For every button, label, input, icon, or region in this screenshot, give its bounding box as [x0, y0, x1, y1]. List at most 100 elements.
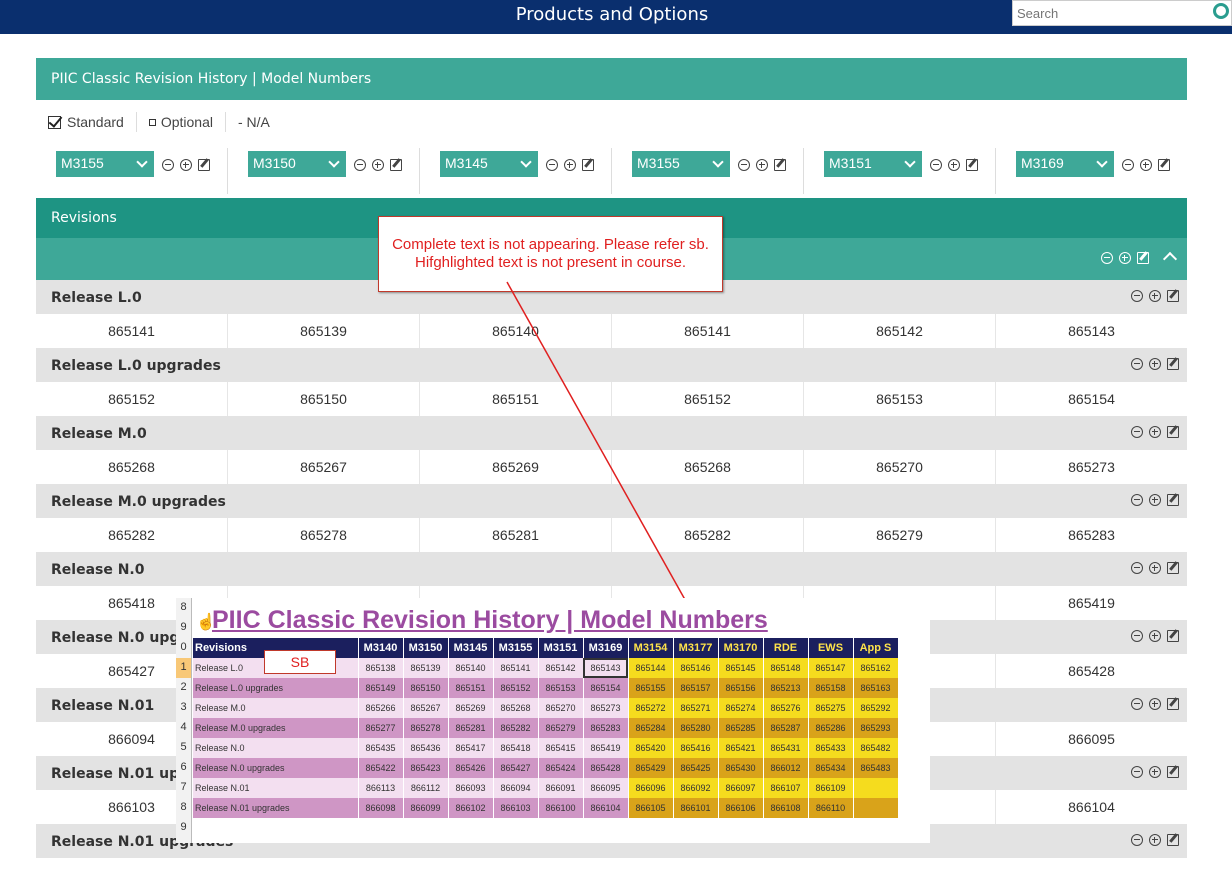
expand-icon[interactable] — [1149, 494, 1161, 506]
model-select[interactable]: M3151 — [824, 151, 922, 177]
spreadsheet-cell: 865283 — [583, 718, 629, 738]
edit-icon[interactable] — [198, 159, 210, 171]
row-number: 2 — [180, 681, 187, 693]
edit-icon[interactable] — [774, 159, 786, 171]
collapse-icon[interactable] — [738, 159, 750, 171]
spreadsheet-cell: 865148 — [763, 658, 809, 678]
search-box[interactable] — [1012, 0, 1232, 26]
expand-icon[interactable] — [1149, 630, 1161, 642]
expand-icon[interactable] — [1149, 766, 1161, 778]
expand-icon[interactable] — [756, 159, 768, 171]
edit-icon[interactable] — [1167, 698, 1179, 710]
expand-icon[interactable] — [1149, 290, 1161, 302]
spreadsheet-cell: 865152 — [493, 678, 539, 698]
edit-icon[interactable] — [1167, 358, 1179, 370]
spreadsheet-header-cell: M3170 — [718, 638, 764, 658]
chevron-down-icon[interactable] — [904, 156, 916, 168]
spreadsheet-cell: 865433 — [808, 738, 854, 758]
collapse-icon[interactable] — [162, 159, 174, 171]
expand-icon[interactable] — [372, 159, 384, 171]
model-select[interactable]: M3150 — [248, 151, 346, 177]
spreadsheet-cell: 866102 — [448, 798, 494, 818]
model-number-cell: 865143 — [1068, 323, 1115, 339]
row-number: 8 — [180, 801, 187, 813]
edit-icon[interactable] — [1167, 766, 1179, 778]
expand-icon[interactable] — [948, 159, 960, 171]
collapse-icon[interactable] — [1131, 562, 1143, 574]
chevron-up-icon[interactable] — [1162, 251, 1178, 267]
collapse-icon[interactable] — [1131, 290, 1143, 302]
expand-icon[interactable] — [1149, 358, 1161, 370]
row-number: 9 — [180, 821, 187, 833]
spreadsheet-cell: 865267 — [403, 698, 449, 718]
spreadsheet-header-cell: M3154 — [628, 638, 674, 658]
collapse-icon[interactable] — [354, 159, 366, 171]
search-icon[interactable] — [1213, 3, 1229, 19]
chevron-down-icon[interactable] — [712, 156, 724, 168]
collapse-icon[interactable] — [1131, 766, 1143, 778]
edit-icon[interactable] — [966, 159, 978, 171]
expand-icon[interactable] — [1140, 159, 1152, 171]
spreadsheet-cell: 865275 — [808, 698, 854, 718]
legend-na-label: - N/A — [237, 114, 270, 130]
row-number: 0 — [180, 641, 187, 653]
edit-icon[interactable] — [1167, 290, 1179, 302]
spreadsheet-title: PIIC Classic Revision History | Model Nu… — [212, 606, 768, 634]
spreadsheet-cell: 866099 — [403, 798, 449, 818]
expand-icon[interactable] — [1149, 834, 1161, 846]
edit-icon[interactable] — [1158, 159, 1170, 171]
release-header[interactable]: Release N.0 — [36, 552, 1187, 586]
spreadsheet-cell: 865157 — [673, 678, 719, 698]
chevron-down-icon[interactable] — [136, 156, 148, 168]
expand-all-icon[interactable] — [1119, 252, 1131, 264]
release-values-row: 865282 865278 865281 865282 865279 865283 — [36, 518, 1187, 552]
expand-icon[interactable] — [1149, 698, 1161, 710]
collapse-icon[interactable] — [1131, 494, 1143, 506]
edit-icon[interactable] — [1167, 630, 1179, 642]
release-values-row: 865152 865150 865151 865152 865153 865154 — [36, 382, 1187, 416]
search-input[interactable] — [1013, 1, 1203, 25]
edit-icon[interactable] — [390, 159, 402, 171]
spreadsheet-cell: 865273 — [583, 698, 629, 718]
spreadsheet-cell: 866100 — [538, 798, 584, 818]
row-number: 8 — [180, 601, 187, 613]
model-select-value: M3155 — [637, 155, 680, 171]
model-number-cell: 865141 — [612, 314, 804, 348]
collapse-all-icon[interactable] — [1101, 252, 1113, 264]
expand-icon[interactable] — [1149, 562, 1161, 574]
edit-icon[interactable] — [1167, 834, 1179, 846]
edit-icon[interactable] — [1167, 562, 1179, 574]
spreadsheet-cell: 865142 — [538, 658, 584, 678]
expand-icon[interactable] — [1149, 426, 1161, 438]
chevron-down-icon[interactable] — [520, 156, 532, 168]
model-select[interactable]: M3155 — [632, 151, 730, 177]
chevron-down-icon[interactable] — [1096, 156, 1108, 168]
expand-icon[interactable] — [180, 159, 192, 171]
collapse-icon[interactable] — [1131, 630, 1143, 642]
selector-cell: M3155 — [36, 148, 228, 194]
model-select[interactable]: M3145 — [440, 151, 538, 177]
collapse-icon[interactable] — [930, 159, 942, 171]
edit-icon[interactable] — [582, 159, 594, 171]
collapse-icon[interactable] — [1131, 358, 1143, 370]
collapse-icon[interactable] — [1131, 426, 1143, 438]
collapse-icon[interactable] — [1131, 698, 1143, 710]
spreadsheet-cell: 865417 — [448, 738, 494, 758]
spreadsheet-cell: 865421 — [718, 738, 764, 758]
release-header[interactable]: Release M.0 upgrades — [36, 484, 1187, 518]
model-select[interactable]: M3169 — [1016, 151, 1114, 177]
edit-icon[interactable] — [1167, 494, 1179, 506]
model-select[interactable]: M3155 — [56, 151, 154, 177]
collapse-icon[interactable] — [546, 159, 558, 171]
expand-icon[interactable] — [564, 159, 576, 171]
release-header[interactable]: Release M.0 — [36, 416, 1187, 450]
release-header[interactable]: Release L.0 upgrades — [36, 348, 1187, 382]
collapse-icon[interactable] — [1122, 159, 1134, 171]
spreadsheet-cell: 865431 — [763, 738, 809, 758]
chevron-down-icon[interactable] — [328, 156, 340, 168]
edit-icon[interactable] — [1167, 426, 1179, 438]
spreadsheet-cell: 866094 — [493, 778, 539, 798]
collapse-icon[interactable] — [1131, 834, 1143, 846]
spreadsheet-cell: Release N.01 upgrades — [193, 798, 359, 818]
edit-icon[interactable] — [1137, 252, 1149, 264]
